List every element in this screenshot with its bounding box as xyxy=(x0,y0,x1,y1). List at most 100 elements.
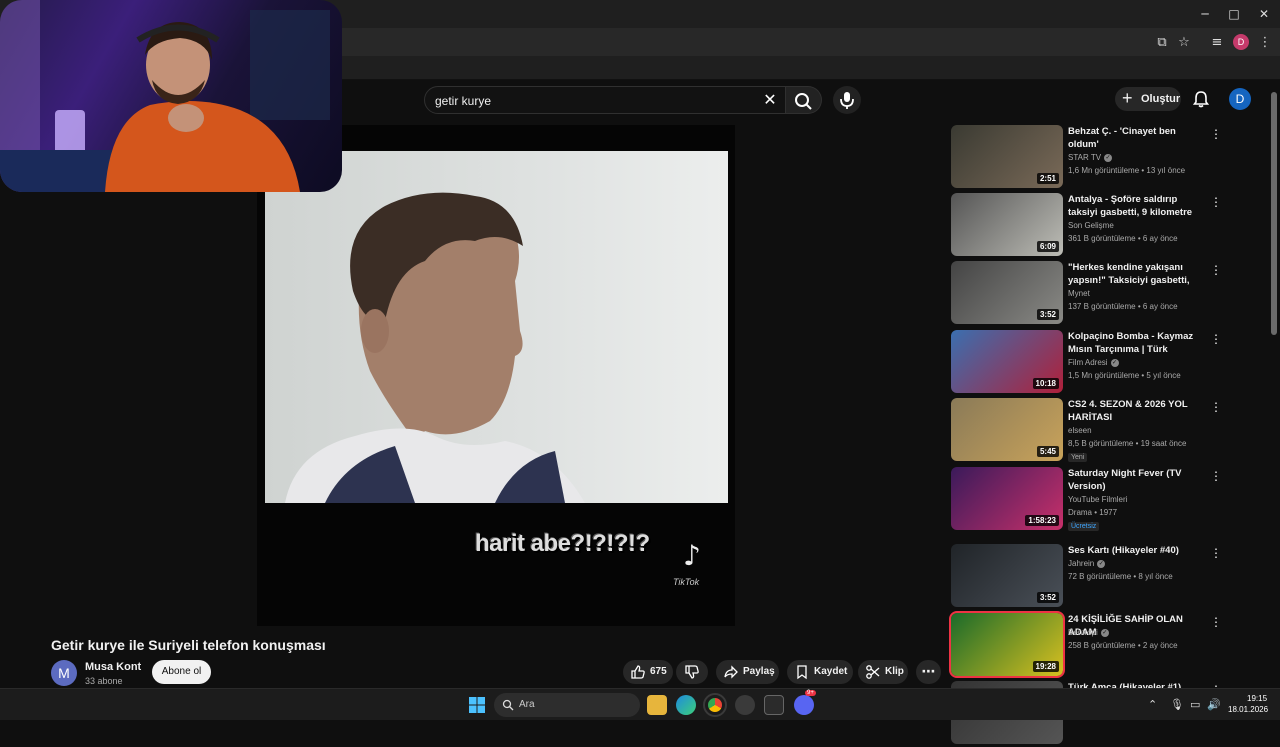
video-player[interactable]: harit abe?!?!?!? ♪ TikTok xyxy=(257,125,735,626)
recommendation-channel[interactable]: elseen xyxy=(1068,426,1092,435)
recommendation-thumbnail[interactable]: 1:58:23 xyxy=(951,467,1063,530)
recommendation-thumbnail[interactable]: 10:18 xyxy=(951,330,1063,393)
recommendation-channel[interactable]: Son Gelişme xyxy=(1068,221,1114,230)
dislike-button[interactable] xyxy=(676,660,708,684)
recommendation-item[interactable]: 10:18 Kolpaçino Bomba - Kaymaz Mısın Tarç… xyxy=(951,330,1222,396)
scissors-icon xyxy=(866,665,880,679)
more-options-icon[interactable]: ⋮ xyxy=(1210,195,1222,209)
recommendation-title[interactable]: Antalya - Şoföre saldırıp taksiyi gasbet… xyxy=(1068,193,1206,219)
page-scrollbar[interactable] xyxy=(1271,92,1277,335)
recommendation-thumbnail[interactable]: 19:28 xyxy=(949,611,1065,678)
channel-name-text: Jahrein xyxy=(1068,559,1095,568)
more-options-icon[interactable]: ⋮ xyxy=(1210,127,1222,141)
more-options-icon[interactable]: ⋮ xyxy=(1210,400,1222,414)
more-horizontal-icon: ⋯ xyxy=(921,664,936,680)
minimize-icon[interactable]: ─ xyxy=(1197,6,1213,22)
edge-browser-icon[interactable] xyxy=(676,695,696,715)
display-tray-icon[interactable]: ▭ xyxy=(1190,698,1200,711)
install-app-icon[interactable]: ⧉ xyxy=(1153,34,1171,52)
clock-date[interactable]: 18.01.2026 xyxy=(1228,705,1268,714)
account-avatar[interactable]: D xyxy=(1229,88,1251,110)
notifications-button[interactable] xyxy=(1191,89,1211,109)
microphone-tray-icon[interactable]: 🎙 xyxy=(1170,698,1184,711)
verified-check-icon: ✓ xyxy=(1097,559,1106,568)
create-button[interactable]: + Oluştur xyxy=(1115,87,1181,111)
like-button[interactable]: 675 xyxy=(623,660,673,684)
recommendation-badge: Yeni xyxy=(1068,453,1088,462)
recommendation-thumbnail[interactable]: 3:52 xyxy=(951,544,1063,607)
recommendation-item[interactable]: 2:51 Behzat Ç. - 'Cinayet ben oldum' STAR … xyxy=(951,125,1222,191)
recommendation-thumbnail[interactable]: 2:51 xyxy=(951,125,1063,188)
video-duration: 3:52 xyxy=(1036,309,1059,320)
more-actions-button[interactable]: ⋯ xyxy=(916,660,941,684)
bookmark-star-icon[interactable]: ☆ xyxy=(1175,34,1193,52)
verified-check-icon: ✓ xyxy=(1104,153,1113,162)
recommendation-channel[interactable]: STAR TV ✓ xyxy=(1068,153,1113,162)
channel-name-text: Film Adresi xyxy=(1068,358,1108,367)
recommendation-item[interactable]: 5:45 CS2 4. SEZON & 2026 YOL HARİTASI else… xyxy=(951,398,1222,464)
chrome-browser-icon[interactable] xyxy=(703,693,727,717)
recommendation-item[interactable]: 6:09 Antalya - Şoföre saldırıp taksiyi ga… xyxy=(951,193,1222,259)
save-button[interactable]: Kaydet xyxy=(787,660,853,684)
browser-profile-avatar[interactable]: D xyxy=(1233,34,1249,50)
volume-icon[interactable]: 🔊 xyxy=(1207,698,1221,711)
recommendation-title[interactable]: "Herkes kendine yakışanı yapsın!" Taksic… xyxy=(1068,261,1206,287)
search-input[interactable] xyxy=(435,92,735,110)
more-options-icon[interactable]: ⋮ xyxy=(1210,263,1222,277)
recommendation-channel[interactable]: Mynet xyxy=(1068,289,1090,298)
subscriber-count: 33 abone xyxy=(85,676,123,686)
channel-avatar[interactable]: M xyxy=(51,660,77,686)
verified-check-icon: ✓ xyxy=(1110,358,1119,367)
save-label: Kaydet xyxy=(814,666,848,677)
more-options-icon[interactable]: ⋮ xyxy=(1210,615,1222,629)
channel-name-text: STAR TV xyxy=(1068,153,1102,162)
discord-icon[interactable]: 9+ xyxy=(794,690,816,715)
close-window-icon[interactable]: ✕ xyxy=(1256,6,1272,22)
recommendation-item[interactable]: 3:52 "Herkes kendine yakışanı yapsın!" Ta… xyxy=(951,261,1222,327)
recommendation-title[interactable]: Kolpaçino Bomba - Kaymaz Mısın Tarçınıma… xyxy=(1068,330,1206,356)
recommendation-thumbnail[interactable]: 3:52 xyxy=(951,261,1063,324)
file-explorer-icon[interactable] xyxy=(647,695,667,715)
recommendation-title[interactable]: Saturday Night Fever (TV Version) xyxy=(1068,467,1206,493)
share-button[interactable]: Paylaş xyxy=(716,660,779,684)
voice-search-button[interactable] xyxy=(833,86,861,114)
windows-start-icon[interactable] xyxy=(468,696,486,714)
terminal-icon[interactable] xyxy=(764,695,784,715)
media-controls-icon[interactable]: ≡ xyxy=(1208,34,1226,52)
video-caption: harit abe?!?!?!? xyxy=(475,530,650,557)
create-label: Oluştur xyxy=(1141,93,1181,105)
more-options-icon[interactable]: ⋮ xyxy=(1210,546,1222,560)
recommendation-meta: 361 B görüntüleme • 6 ay önce xyxy=(1068,234,1178,243)
recommendation-thumbnail[interactable]: 6:09 xyxy=(951,193,1063,256)
more-options-icon[interactable]: ⋮ xyxy=(1210,469,1222,483)
channel-name[interactable]: Musa Kont xyxy=(85,661,141,673)
more-options-icon[interactable]: ⋮ xyxy=(1210,332,1222,346)
browser-menu-icon[interactable]: ⋮ xyxy=(1256,34,1274,52)
share-icon xyxy=(724,665,738,679)
clear-search-icon[interactable]: ✕ xyxy=(760,90,780,110)
recommendation-meta: 258 B görüntüleme • 2 ay önce xyxy=(1068,641,1178,650)
recommendation-title[interactable]: CS2 4. SEZON & 2026 YOL HARİTASI xyxy=(1068,398,1206,424)
bell-icon xyxy=(1192,91,1210,108)
recommendation-item[interactable]: 3:52 Ses Kartı (Hikayeler #40) Jahrein ✓ 72 … xyxy=(951,544,1222,610)
obs-icon[interactable] xyxy=(735,695,755,715)
recommendation-meta: Drama • 1977 xyxy=(1068,508,1118,517)
thumbs-down-icon xyxy=(685,665,699,679)
recommendation-channel[interactable]: YouTube Filmleri xyxy=(1068,495,1127,504)
recommendation-channel[interactable]: Film Adresi ✓ xyxy=(1068,358,1119,367)
recommendation-channel[interactable]: Bentropi ✓ xyxy=(1068,628,1109,637)
recommendation-item[interactable]: 1:58:23 Saturday Night Fever (TV Version)… xyxy=(951,467,1222,533)
recommendation-channel[interactable]: Jahrein ✓ xyxy=(1068,559,1106,568)
recommendation-thumbnail[interactable]: 5:45 xyxy=(951,398,1063,461)
subscribe-button[interactable]: Abone ol xyxy=(152,660,211,684)
maximize-icon[interactable]: □ xyxy=(1226,6,1242,22)
clip-button[interactable]: Klip xyxy=(858,660,908,684)
recommendation-item[interactable]: 19:28 24 KİŞİLİĞE SAHİP OLAN ADAM Bentropi… xyxy=(949,611,1222,679)
clock-time[interactable]: 19:15 xyxy=(1247,694,1267,703)
taskbar-search[interactable]: Ara xyxy=(494,693,640,717)
recommendation-title[interactable]: Behzat Ç. - 'Cinayet ben oldum' xyxy=(1068,125,1206,151)
search-button[interactable] xyxy=(786,86,822,114)
show-hidden-icons-icon[interactable]: ⌃ xyxy=(1148,698,1157,711)
recommendation-title[interactable]: Ses Kartı (Hikayeler #40) xyxy=(1068,544,1206,557)
webcam-overlay xyxy=(0,0,342,192)
